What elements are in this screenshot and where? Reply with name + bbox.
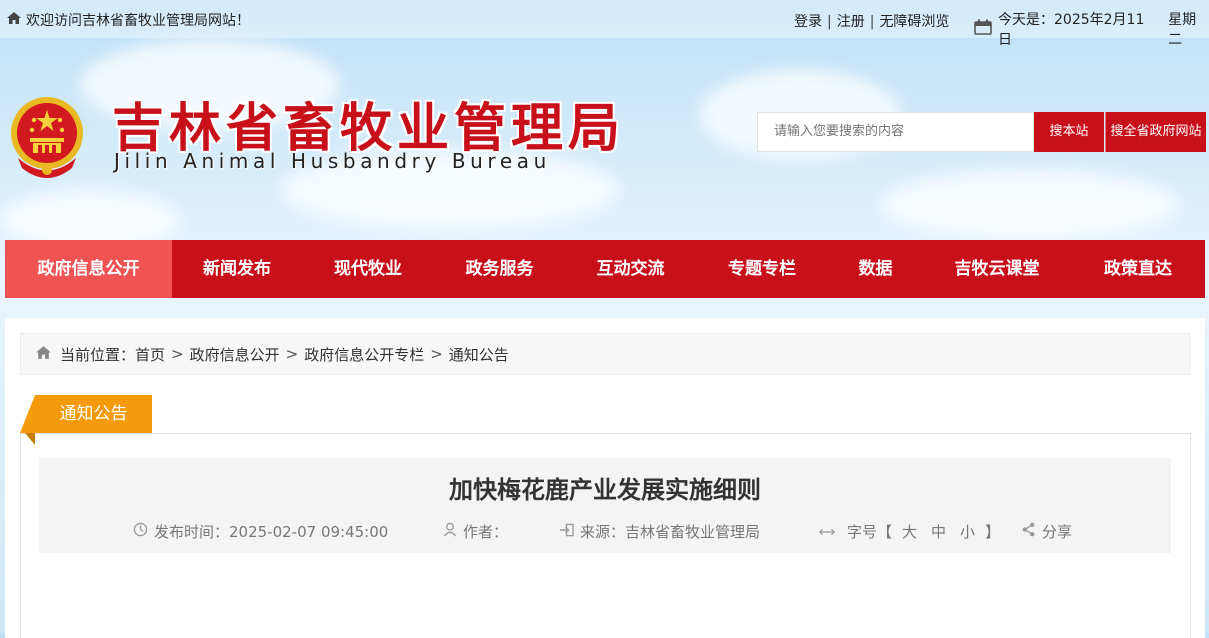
breadcrumb: 当前位置： 首页 > 政府信息公开 > 政府信息公开专栏 > 通知公告 bbox=[20, 333, 1190, 375]
user-icon bbox=[443, 522, 457, 541]
nav-item-news[interactable]: 新闻发布 bbox=[172, 240, 302, 298]
section-divider bbox=[20, 433, 1190, 434]
font-size-medium-button[interactable]: 中 bbox=[931, 521, 946, 542]
site-title-english: Jilin Animal Husbandry Bureau bbox=[114, 149, 551, 173]
source-icon bbox=[559, 523, 574, 541]
author: 作者： bbox=[443, 521, 508, 542]
search-site-button[interactable]: 搜本站 bbox=[1034, 112, 1104, 152]
share[interactable]: 分享 bbox=[1021, 521, 1072, 542]
welcome-text: 欢迎访问吉林省畜牧业管理局网站！ bbox=[26, 10, 250, 30]
author-text: 作者： bbox=[463, 521, 508, 542]
tag-fold-decoration bbox=[20, 395, 35, 433]
separator: | bbox=[870, 14, 875, 30]
national-emblem-icon bbox=[8, 88, 86, 206]
article-header: 加快梅花鹿产业发展实施细则 发布时间：2025-02-07 09:45:00 作… bbox=[39, 458, 1171, 553]
breadcrumb-home[interactable]: 首页 bbox=[135, 344, 165, 365]
main-nav: 政府信息公开 新闻发布 现代牧业 政务服务 互动交流 专题专栏 数据 吉牧云课堂… bbox=[5, 240, 1205, 298]
nav-item-interaction[interactable]: 互动交流 bbox=[565, 240, 696, 298]
accessible-browsing-link[interactable]: 无障碍浏览 bbox=[879, 14, 949, 30]
account-links: 登录|注册|无障碍浏览 bbox=[794, 11, 949, 31]
font-size-close: 】 bbox=[985, 521, 1000, 542]
top-bar: 欢迎访问吉林省畜牧业管理局网站！ 登录|注册|无障碍浏览 今天是：2025年2月… bbox=[0, 0, 1209, 38]
nav-item-cloud-classroom[interactable]: 吉牧云课堂 bbox=[923, 240, 1071, 298]
font-size-large-button[interactable]: 大 bbox=[902, 521, 917, 542]
nav-item-special-topics[interactable]: 专题专栏 bbox=[696, 240, 828, 298]
source-text: 来源：吉林省畜牧业管理局 bbox=[580, 521, 760, 542]
site-header: 吉林省畜牧业管理局 Jilin Animal Husbandry Bureau … bbox=[0, 38, 1209, 240]
breadcrumb-notices[interactable]: 通知公告 bbox=[449, 344, 509, 365]
resize-icon bbox=[819, 523, 835, 541]
search-field-container bbox=[757, 112, 1034, 152]
share-icon[interactable] bbox=[1021, 522, 1036, 541]
publish-time: 发布时间：2025-02-07 09:45:00 bbox=[133, 521, 388, 542]
tag-tail-decoration bbox=[25, 433, 35, 445]
separator: | bbox=[827, 14, 832, 30]
content-panel: 当前位置： 首页 > 政府信息公开 > 政府信息公开专栏 > 通知公告 通知公告… bbox=[5, 318, 1205, 638]
welcome-message: 欢迎访问吉林省畜牧业管理局网站！ bbox=[6, 10, 250, 30]
search-input[interactable] bbox=[772, 123, 1026, 140]
source: 来源：吉林省畜牧业管理局 bbox=[559, 521, 760, 542]
font-size-control: 字号【 大 中 小 】 bbox=[819, 521, 1000, 542]
clock-icon bbox=[133, 522, 148, 541]
breadcrumb-arrow: > bbox=[430, 345, 443, 363]
section-tag: 通知公告 bbox=[35, 395, 152, 433]
breadcrumb-arrow: > bbox=[171, 345, 184, 363]
font-size-small-button[interactable]: 小 bbox=[960, 521, 975, 542]
home-icon bbox=[35, 345, 52, 364]
nav-item-gov-info[interactable]: 政府信息公开 bbox=[5, 240, 172, 298]
nav-item-modern-husbandry[interactable]: 现代牧业 bbox=[302, 240, 434, 298]
font-size-label: 字号【 bbox=[847, 521, 892, 542]
breadcrumb-arrow: > bbox=[286, 345, 299, 363]
breadcrumb-gov-info[interactable]: 政府信息公开 bbox=[190, 344, 280, 365]
publish-time-text: 发布时间：2025-02-07 09:45:00 bbox=[154, 521, 388, 542]
nav-item-data[interactable]: 数据 bbox=[828, 240, 923, 298]
breadcrumb-prefix: 当前位置： bbox=[60, 344, 135, 365]
nav-item-gov-services[interactable]: 政务服务 bbox=[434, 240, 565, 298]
search-all-government-sites-button[interactable]: 搜全省政府网站 bbox=[1105, 112, 1206, 152]
register-link[interactable]: 注册 bbox=[837, 14, 865, 30]
login-link[interactable]: 登录 bbox=[794, 14, 822, 30]
nav-item-policy-direct[interactable]: 政策直达 bbox=[1071, 240, 1205, 298]
home-icon[interactable] bbox=[6, 11, 22, 29]
article-title: 加快梅花鹿产业发展实施细则 bbox=[39, 470, 1171, 505]
share-label[interactable]: 分享 bbox=[1042, 521, 1072, 542]
breadcrumb-gov-info-column[interactable]: 政府信息公开专栏 bbox=[304, 344, 424, 365]
calendar-icon bbox=[974, 19, 992, 39]
